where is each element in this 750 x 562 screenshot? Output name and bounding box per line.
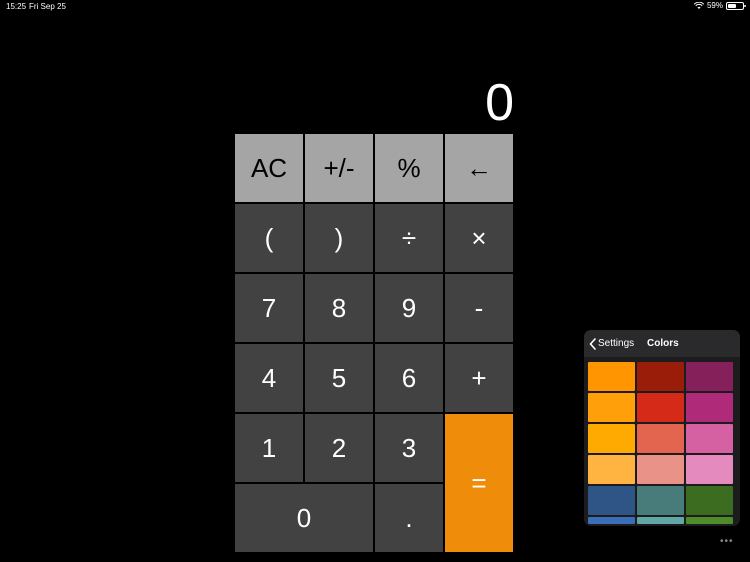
panel-title: Colors: [647, 338, 679, 349]
digit-0-button[interactable]: 0: [234, 483, 374, 553]
color-swatch[interactable]: [637, 393, 684, 422]
digit-1-button[interactable]: 1: [234, 413, 304, 483]
status-right: 59%: [693, 1, 746, 10]
calculator-display: 0: [485, 74, 514, 132]
status-date: Fri Sep 25: [29, 2, 66, 11]
color-swatch[interactable]: [588, 486, 635, 515]
digit-9-button[interactable]: 9: [374, 273, 444, 343]
color-swatch[interactable]: [686, 424, 733, 453]
divide-button[interactable]: ÷: [374, 203, 444, 273]
color-swatch[interactable]: [637, 486, 684, 515]
decimal-button[interactable]: .: [374, 483, 444, 553]
battery-fill: [728, 3, 737, 8]
color-swatch[interactable]: [588, 455, 635, 484]
digit-7-button[interactable]: 7: [234, 273, 304, 343]
sign-toggle-button[interactable]: +/-: [304, 133, 374, 203]
color-swatch[interactable]: [686, 393, 733, 422]
color-swatch[interactable]: [588, 362, 635, 391]
keypad: AC +/- % ← ( ) ÷ × 7 8 9 - 4 5 6 + 1 2 3…: [234, 133, 516, 555]
color-swatch[interactable]: [686, 362, 733, 391]
equals-button[interactable]: =: [444, 413, 514, 553]
digit-3-button[interactable]: 3: [374, 413, 444, 483]
colors-panel: Settings Colors: [584, 330, 740, 526]
color-swatch[interactable]: [686, 517, 733, 524]
percent-button[interactable]: %: [374, 133, 444, 203]
minus-button[interactable]: -: [444, 273, 514, 343]
status-bar: 15:25 Fri Sep 25 59%: [0, 0, 750, 12]
digit-6-button[interactable]: 6: [374, 343, 444, 413]
digit-8-button[interactable]: 8: [304, 273, 374, 343]
back-to-settings-button[interactable]: Settings: [589, 330, 634, 357]
panel-header: Settings Colors: [584, 330, 740, 357]
color-swatch[interactable]: [588, 393, 635, 422]
plus-button[interactable]: +: [444, 343, 514, 413]
color-swatch[interactable]: [588, 517, 635, 524]
battery-icon: [726, 1, 746, 10]
color-swatch[interactable]: [686, 486, 733, 515]
color-swatch[interactable]: [637, 517, 684, 524]
wifi-icon: [693, 1, 704, 9]
digit-2-button[interactable]: 2: [304, 413, 374, 483]
digit-5-button[interactable]: 5: [304, 343, 374, 413]
color-swatch[interactable]: [588, 424, 635, 453]
ac-button[interactable]: AC: [234, 133, 304, 203]
more-menu-icon[interactable]: •••: [720, 536, 734, 547]
status-time: 15:25: [6, 2, 27, 11]
color-swatch[interactable]: [637, 424, 684, 453]
battery-percent: 59%: [706, 1, 723, 10]
chevron-left-icon: [589, 337, 596, 350]
color-swatch[interactable]: [637, 455, 684, 484]
digit-4-button[interactable]: 4: [234, 343, 304, 413]
multiply-button[interactable]: ×: [444, 203, 514, 273]
color-swatch-grid: [588, 362, 736, 526]
open-paren-button[interactable]: (: [234, 203, 304, 273]
color-swatch[interactable]: [686, 455, 733, 484]
backspace-button[interactable]: ←: [444, 133, 514, 203]
back-label: Settings: [598, 338, 635, 349]
close-paren-button[interactable]: ): [304, 203, 374, 273]
color-swatch[interactable]: [637, 362, 684, 391]
